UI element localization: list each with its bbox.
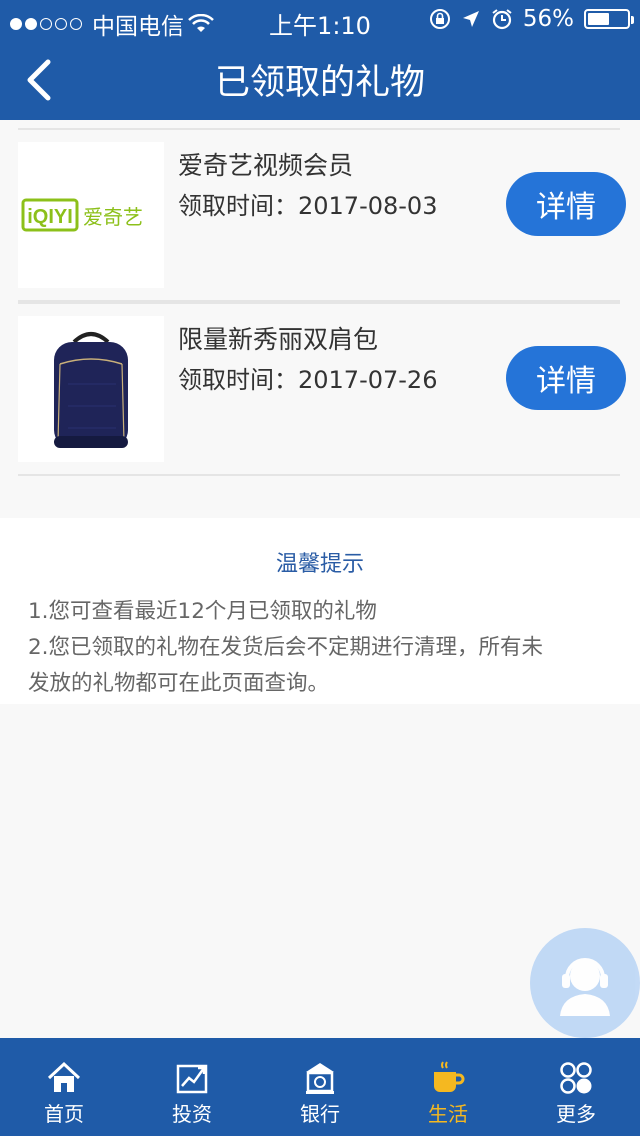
gift-name: 爱奇艺视频会员 <box>178 151 354 180</box>
more-icon <box>560 1062 592 1094</box>
bank-icon <box>306 1063 334 1094</box>
battery-percent: 56% <box>522 6 574 32</box>
tab-label: 更多 <box>556 1102 596 1126</box>
tab-bank[interactable]: 银行 <box>256 1038 384 1136</box>
customer-service-icon <box>560 958 610 1016</box>
rotation-lock-icon <box>429 9 450 29</box>
svg-text:爱奇艺: 爱奇艺 <box>83 205 143 229</box>
iqiyi-logo: iQIYI 爱奇艺 <box>18 142 164 288</box>
svg-text:iQIYI: iQIYI <box>27 206 73 228</box>
gift-name: 限量新秀丽双肩包 <box>178 325 379 354</box>
status-bar: 中国电信 上午1:10 56% <box>0 0 640 40</box>
tips-line: 1.您可查看最近12个月已领取的礼物 <box>28 599 377 624</box>
tab-label: 首页 <box>44 1102 84 1126</box>
nav-bar: 已领取的礼物 <box>0 40 640 120</box>
tab-life[interactable]: 生活 <box>384 1038 512 1136</box>
gift-item: iQIYI 爱奇艺 爱奇艺视频会员 领取时间：2017-08-03 详情 <box>18 128 626 302</box>
detail-button[interactable]: 详情 <box>506 346 626 410</box>
tab-label: 投资 <box>172 1102 212 1126</box>
tips-section: 温馨提示 1.您可查看最近12个月已领取的礼物 2.您已领取的礼物在发货后会不定… <box>0 518 640 704</box>
battery-icon <box>584 9 634 29</box>
tab-invest[interactable]: 投资 <box>128 1038 256 1136</box>
location-icon <box>462 11 479 27</box>
status-right: 56% <box>429 6 634 32</box>
chart-icon <box>176 1064 208 1094</box>
gift-item: 限量新秀丽双肩包 领取时间：2017-07-26 详情 <box>18 302 626 476</box>
gift-date: 领取时间：2017-07-26 <box>178 366 438 394</box>
customer-service-button[interactable] <box>530 928 640 1038</box>
tips-line: 发放的礼物都可在此页面查询。 <box>28 671 330 696</box>
gift-date: 领取时间：2017-08-03 <box>178 192 438 220</box>
tab-label: 生活 <box>428 1102 468 1126</box>
cup-icon <box>434 1061 465 1092</box>
backpack-image <box>18 316 164 462</box>
home-icon <box>47 1061 81 1092</box>
tab-more[interactable]: 更多 <box>512 1038 640 1136</box>
tab-home[interactable]: 首页 <box>0 1038 128 1136</box>
top-bar: 中国电信 上午1:10 56% 已领取的礼物 <box>0 0 640 120</box>
page-title: 已领取的礼物 <box>214 63 425 103</box>
tips-title: 温馨提示 <box>275 552 364 577</box>
tab-bar: 首页 投资 银行 生活 更多 <box>0 1038 640 1136</box>
tab-label: 银行 <box>300 1102 340 1126</box>
tips-line: 2.您已领取的礼物在发货后会不定期进行清理，所有未 <box>28 635 544 660</box>
detail-button[interactable]: 详情 <box>506 172 626 236</box>
alarm-icon <box>492 9 512 30</box>
